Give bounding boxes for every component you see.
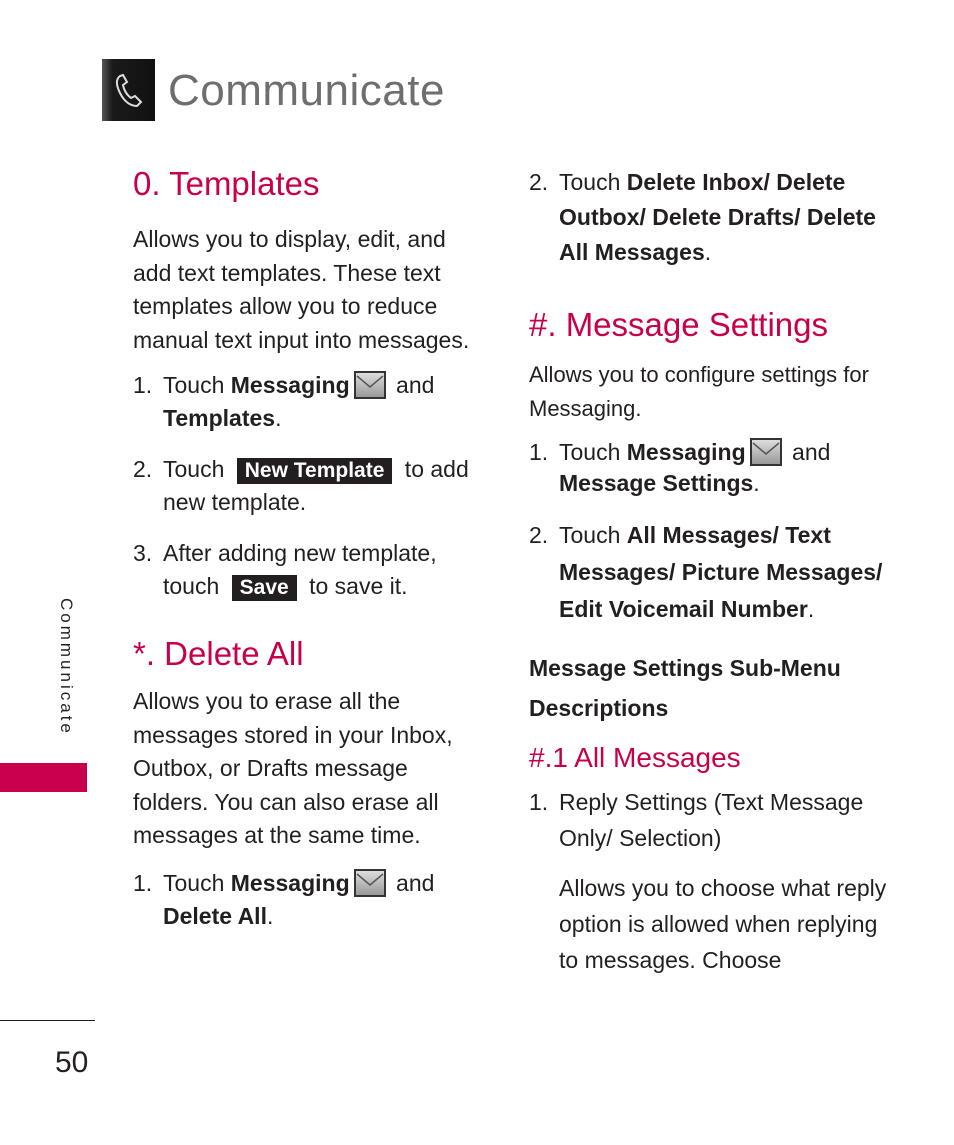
side-tab-marker	[0, 763, 87, 792]
delete-all-intro: Allows you to erase all the messages sto…	[133, 688, 453, 848]
envelope-icon	[353, 371, 386, 399]
delete-all-step-1: 1. Touch Messaging and Delete All.	[133, 868, 435, 929]
new-template-button[interactable]: New Template	[236, 458, 393, 484]
message-settings-step-1: 1. Touch Messaging and Message Settings.	[529, 438, 831, 496]
phone-icon	[102, 59, 155, 121]
side-tab-label: Communicate	[57, 598, 76, 736]
templates-label: Templates	[163, 405, 276, 431]
templates-intro: Allows you to display, edit, and add tex…	[133, 226, 470, 353]
footer-rule	[0, 1020, 95, 1021]
right-column: 2. Touch Delete Inbox/ Delete Outbox/ Del…	[529, 165, 889, 978]
templates-step-3: 3. After adding new template, touch Save …	[133, 540, 437, 601]
save-button[interactable]: Save	[231, 575, 297, 601]
message-settings-step-2: 2. Touch All Messages/ Text Messages/ Pic…	[529, 522, 883, 622]
reply-settings-item: 1. Reply Settings (Text Message Only/ Sel…	[529, 789, 864, 851]
page-number: 50	[55, 1046, 89, 1079]
left-column: 0. Templates Allows you to display, edit…	[133, 165, 483, 933]
templates-heading: 0. Templates	[133, 165, 320, 202]
message-settings-intro: Allows you to configure settings for Mes…	[529, 362, 869, 421]
envelope-icon	[749, 438, 782, 466]
delete-all-step-2: 2. Touch Delete Inbox/ Delete Outbox/ Del…	[529, 169, 876, 265]
submenu-heading: Message Settings Sub-Menu Descriptions	[529, 655, 841, 721]
chapter-title: Communicate	[168, 66, 445, 115]
messaging-label: Messaging	[230, 372, 350, 398]
reply-settings-desc: Allows you to choose what reply option i…	[559, 875, 887, 973]
templates-step-1: 1. Touch Messaging and Templates.	[133, 371, 435, 431]
envelope-icon	[353, 868, 386, 897]
templates-step-2: 2. Touch New Template to add new template…	[133, 456, 469, 515]
all-messages-heading: #.1 All Messages	[529, 742, 741, 773]
message-settings-heading: #. Message Settings	[529, 306, 828, 343]
delete-all-heading: *. Delete All	[133, 635, 304, 672]
